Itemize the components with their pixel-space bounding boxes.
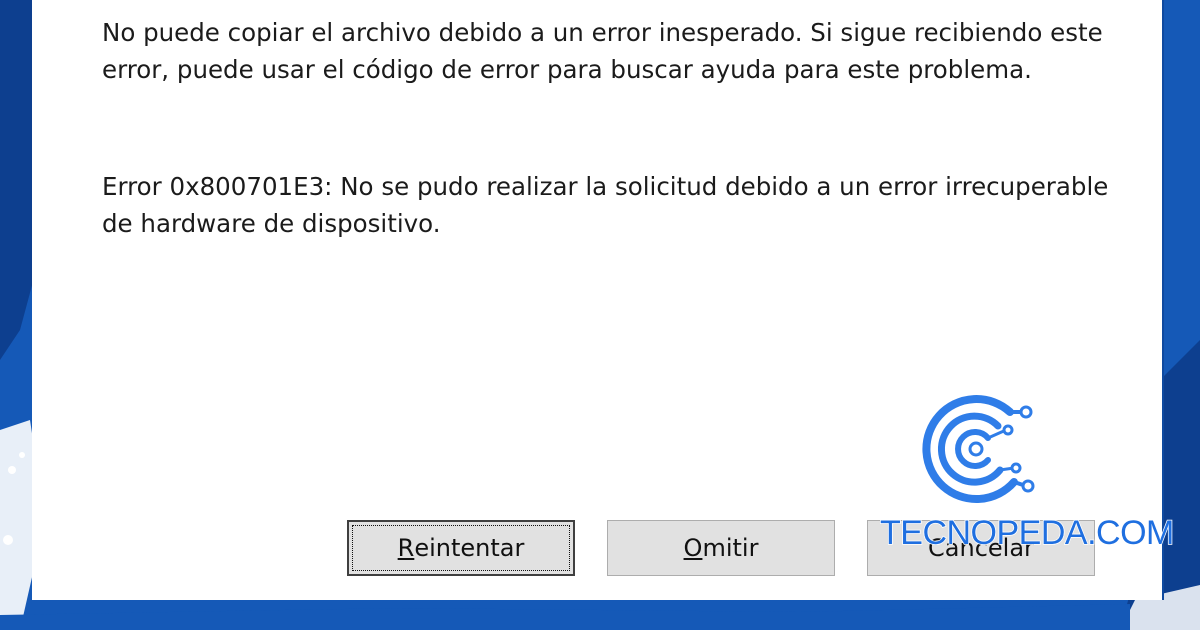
skip-label-rest: mitir xyxy=(702,534,759,562)
error-dialog: No puede copiar el archivo debido a un e… xyxy=(32,0,1164,600)
site-watermark: TECNOPEDA.COM xyxy=(879,513,1175,553)
circuit-c-logo-icon xyxy=(922,395,1035,503)
retry-mnemonic: R xyxy=(397,534,415,562)
error-message-text: No puede copiar el archivo debido a un e… xyxy=(102,18,1103,84)
skip-mnemonic: O xyxy=(683,534,703,562)
retry-button[interactable]: Reintentar xyxy=(347,520,575,576)
error-code-text: Error 0x800701E3: No se pudo realizar la… xyxy=(102,172,1109,238)
skip-button[interactable]: Omitir xyxy=(607,520,835,576)
retry-label-rest: eintentar xyxy=(414,534,525,562)
